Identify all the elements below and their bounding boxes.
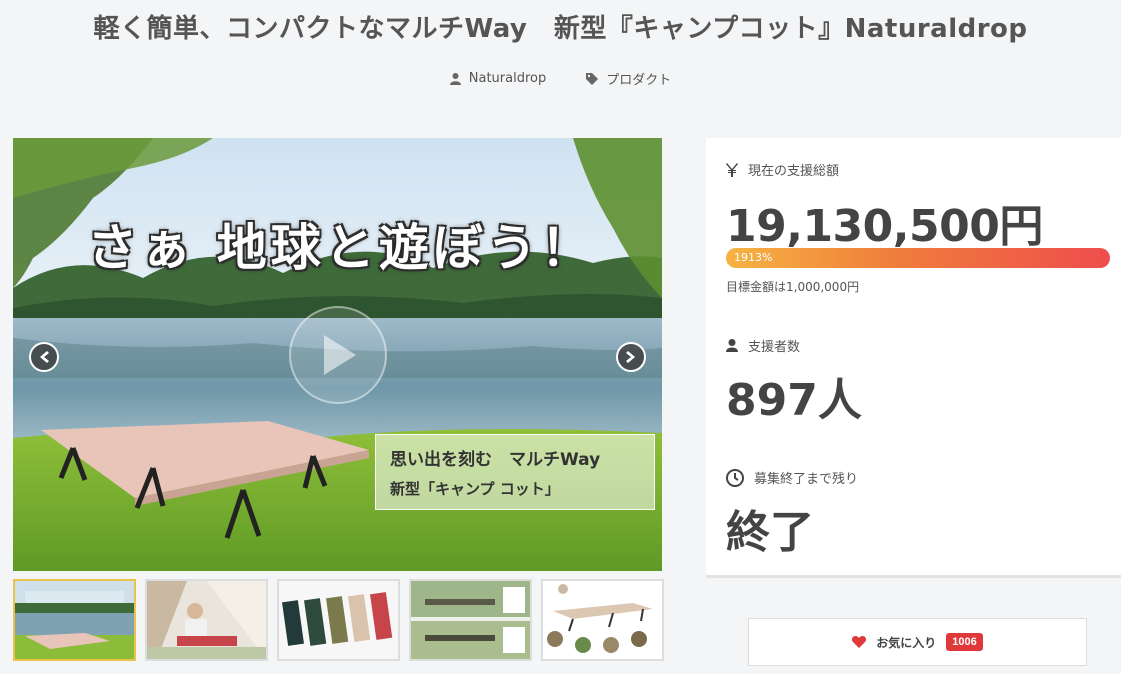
thumbnail-5[interactable]: [541, 579, 664, 661]
hero-caption-line2: 新型「キャンプ コット」: [390, 480, 560, 498]
category-name: プロダクト: [606, 73, 672, 88]
hero-image[interactable]: さぁ 地球と遊ぼう！ 思い出を刻む マルチWay 新型「キャンプ コット」: [13, 138, 662, 571]
thumbnail-3[interactable]: [277, 579, 400, 661]
category-link[interactable]: プロダクト: [586, 69, 671, 88]
total-label-row: 現在の支援総額: [726, 160, 839, 179]
backers-label-row: 支援者数: [726, 336, 800, 355]
total-amount: 19,130,500円: [726, 201, 1043, 252]
project-meta: Naturaldrop プロダクト: [0, 69, 1121, 88]
author-link[interactable]: Naturaldrop: [449, 69, 547, 88]
backers-count: 897人: [726, 375, 862, 426]
goal-amount: 目標金額は1,000,000円: [726, 280, 860, 294]
slider-next-button[interactable]: [616, 342, 646, 372]
chevron-left-icon: [40, 351, 49, 363]
backers-label: 支援者数: [748, 340, 801, 355]
chevron-right-icon: [626, 351, 635, 363]
favorite-button[interactable]: お気に入り 1006: [748, 618, 1087, 666]
total-label: 現在の支援総額: [748, 164, 840, 179]
yen-icon: [726, 162, 738, 177]
hero-caption-line1: 思い出を刻む マルチWay: [390, 450, 601, 470]
funding-progress-bar: 1913%: [726, 248, 1110, 268]
user-icon: [449, 72, 461, 85]
remaining-label-row: 募集終了まで残り: [726, 468, 858, 487]
tag-icon: [586, 72, 599, 85]
slider-prev-button[interactable]: [29, 342, 59, 372]
play-icon: [324, 335, 356, 375]
progress-percent: 1913%: [734, 251, 773, 264]
favorite-count-badge: 1006: [946, 633, 983, 651]
clock-icon: [726, 468, 744, 487]
thumbnail-2[interactable]: [145, 579, 268, 661]
author-name: Naturaldrop: [468, 71, 547, 86]
remaining-value: 終了: [726, 507, 814, 558]
page-title: 軽く簡単、コンパクトなマルチWay 新型『キャンプコット』Naturaldrop: [93, 14, 1028, 44]
thumbnail-1[interactable]: [13, 579, 136, 661]
hero-caption: 思い出を刻む マルチWay 新型「キャンプ コット」: [375, 434, 655, 510]
user-icon: [726, 339, 738, 352]
remaining-label: 募集終了まで残り: [754, 472, 859, 487]
favorite-label: お気に入り: [876, 635, 937, 650]
hero-overlay-text: さぁ 地球と遊ぼう！: [87, 218, 595, 277]
thumbnail-strip: [13, 579, 664, 661]
funding-stats-panel: 現在の支援総額 19,130,500円 1913% 目標金額は1,000,000…: [706, 138, 1121, 578]
thumbnail-4[interactable]: [409, 579, 532, 661]
play-video-button[interactable]: [289, 306, 387, 404]
heart-icon: [852, 636, 867, 648]
